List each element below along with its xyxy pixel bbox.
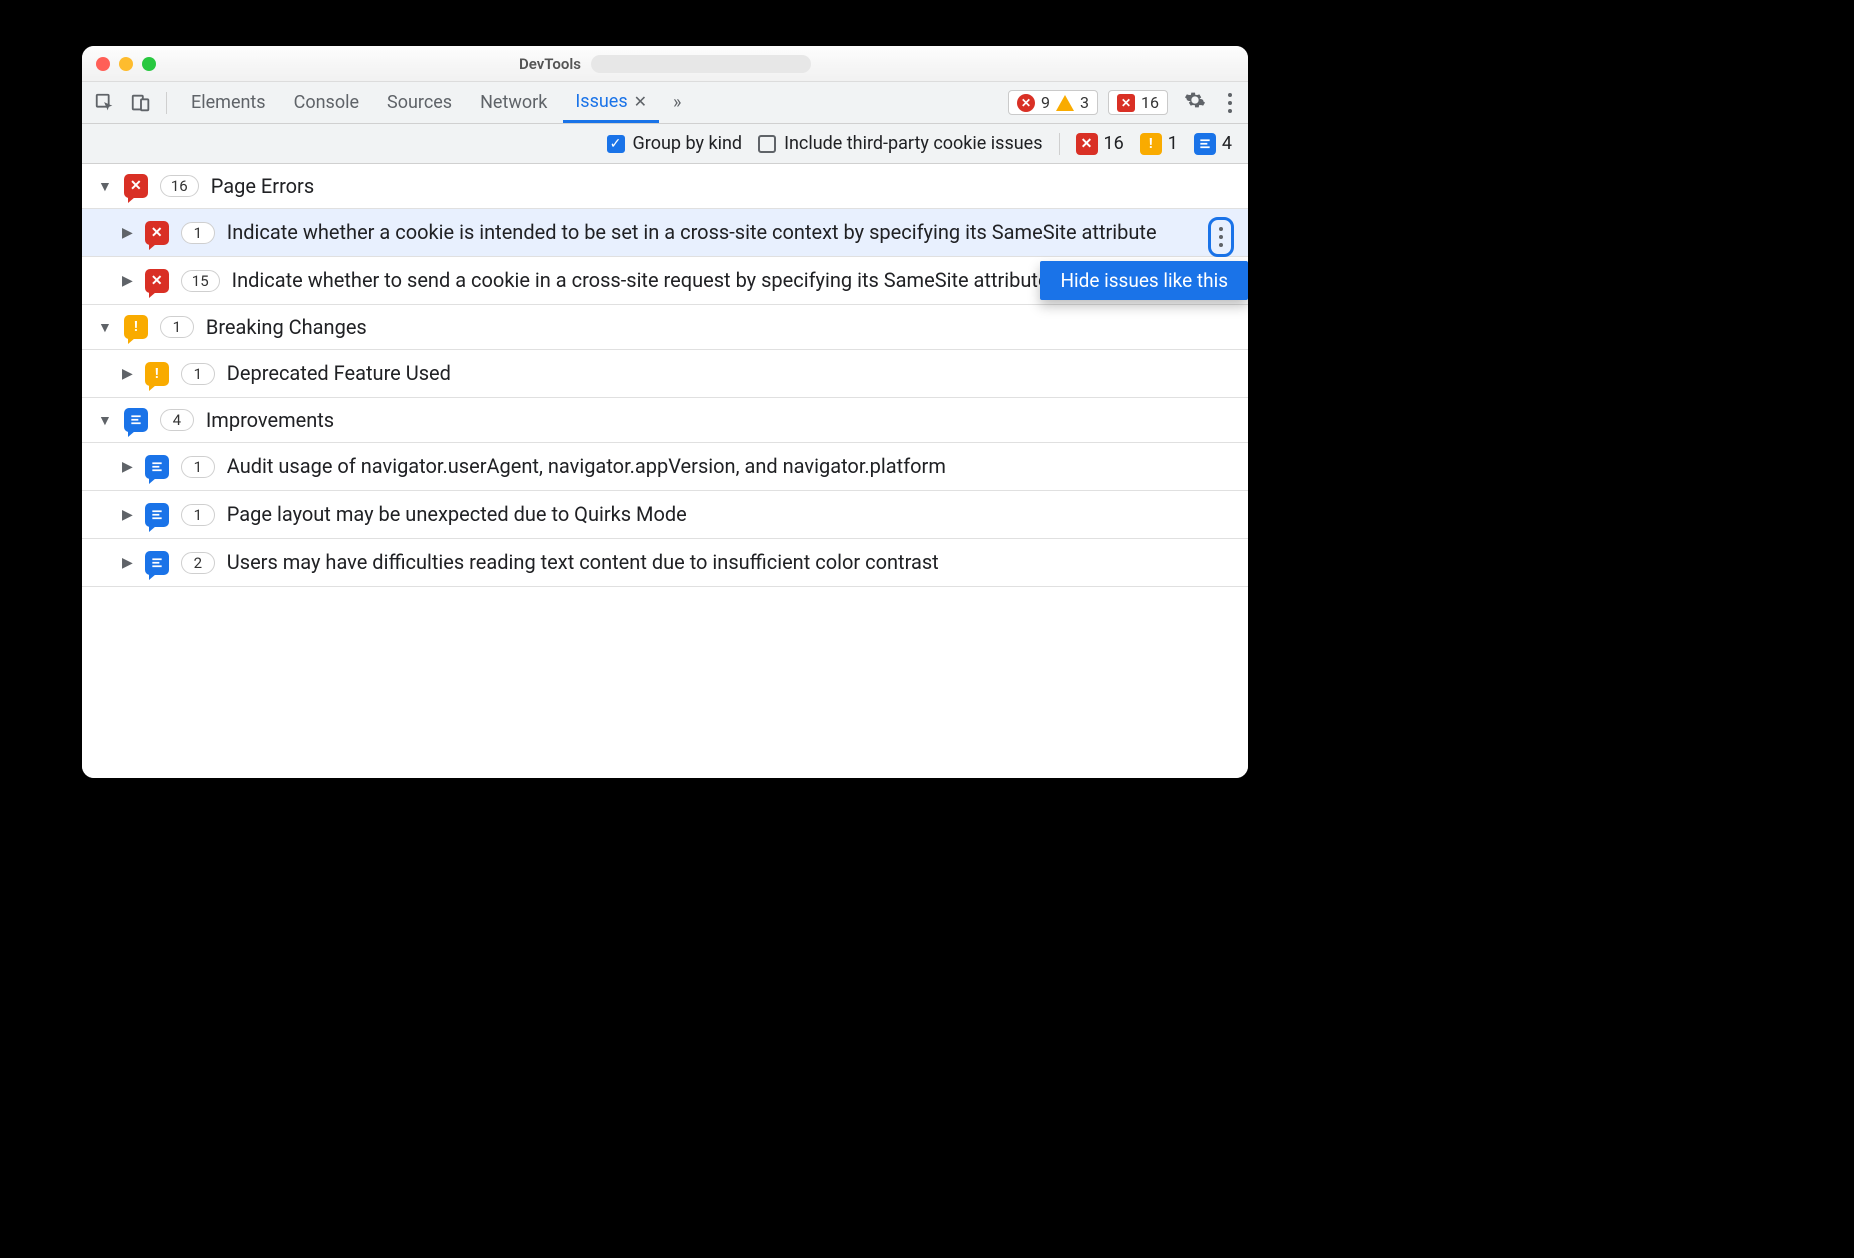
- toolbar-kebab-icon[interactable]: [1222, 91, 1238, 115]
- tab-issues-label: Issues: [575, 91, 627, 112]
- warning-bubble-icon: !: [1140, 133, 1162, 155]
- group-count: 1: [160, 316, 194, 338]
- settings-gear-icon[interactable]: [1178, 89, 1212, 117]
- error-bubble-icon: ✕: [1076, 133, 1098, 155]
- tab-sources[interactable]: Sources: [375, 82, 464, 123]
- group-by-kind-label: Group by kind: [633, 133, 743, 154]
- tab-network[interactable]: Network: [468, 82, 559, 123]
- error-count-pill[interactable]: ✕ 16: [1076, 133, 1124, 155]
- group-breaking-changes[interactable]: ▼ ! 1 Breaking Changes: [82, 305, 1248, 350]
- issue-count: 1: [181, 504, 215, 526]
- chevron-down-icon: ▼: [98, 319, 112, 336]
- window-zoom-button[interactable]: [142, 57, 156, 71]
- chevron-right-icon: ▶: [122, 366, 133, 382]
- checkbox-unchecked-icon: [758, 135, 776, 153]
- tab-console[interactable]: Console: [282, 82, 371, 123]
- error-count: 9: [1041, 93, 1050, 112]
- group-count: 16: [160, 175, 199, 197]
- group-label: Page Errors: [211, 174, 314, 198]
- devtools-toolbar: Elements Console Sources Network Issues …: [82, 82, 1248, 124]
- warning-pill-count: 1: [1168, 133, 1178, 154]
- issue-text: Indicate whether a cookie is intended to…: [227, 219, 1232, 246]
- issue-count: 1: [181, 363, 215, 385]
- error-bubble-icon: ✕: [124, 174, 148, 198]
- issues-panel: ▼ ✕ 16 Page Errors ▶ ✕ 1 Indicate whethe…: [82, 164, 1248, 778]
- third-party-label: Include third-party cookie issues: [784, 133, 1042, 154]
- url-pill: [591, 55, 811, 73]
- group-improvements[interactable]: ▼ 4 Improvements: [82, 398, 1248, 443]
- window-controls: [96, 57, 156, 71]
- info-pill-count: 4: [1222, 133, 1232, 154]
- titlebar: DevTools: [82, 46, 1248, 82]
- group-label: Breaking Changes: [206, 315, 367, 339]
- info-bubble-icon: [145, 455, 169, 479]
- issue-kebab-button[interactable]: [1208, 217, 1234, 257]
- tab-issues[interactable]: Issues ✕: [563, 82, 659, 123]
- issue-row[interactable]: ▶ 1 Page layout may be unexpected due to…: [82, 491, 1248, 539]
- issues-status-pill[interactable]: ✕ 16: [1108, 90, 1168, 115]
- error-icon: ✕: [1017, 94, 1035, 112]
- warning-count-pill[interactable]: ! 1: [1140, 133, 1178, 155]
- issue-text: Users may have difficulties reading text…: [227, 549, 1232, 576]
- warning-bubble-icon: !: [124, 315, 148, 339]
- issues-option-bar: ✓ Group by kind Include third-party cook…: [82, 124, 1248, 164]
- chevron-right-icon: ▶: [122, 225, 133, 241]
- close-tab-icon[interactable]: ✕: [634, 92, 647, 111]
- info-bubble-icon: [1194, 133, 1216, 155]
- devtools-window: DevTools Elements Console Sources Networ…: [82, 46, 1248, 778]
- window-title: DevTools: [519, 55, 581, 73]
- window-close-button[interactable]: [96, 57, 110, 71]
- info-bubble-icon: [124, 408, 148, 432]
- group-label: Improvements: [206, 408, 334, 432]
- warning-bubble-icon: !: [145, 362, 169, 386]
- more-tabs-button[interactable]: »: [663, 92, 691, 113]
- chevron-right-icon: ▶: [122, 273, 133, 289]
- issue-text: Deprecated Feature Used: [227, 360, 1232, 387]
- issue-row[interactable]: ▶ 2 Users may have difficulties reading …: [82, 539, 1248, 587]
- window-minimize-button[interactable]: [119, 57, 133, 71]
- error-bubble-icon: ✕: [145, 269, 169, 293]
- context-menu-item-hide[interactable]: Hide issues like this: [1060, 269, 1228, 292]
- console-status-pill[interactable]: ✕ 9 3: [1008, 90, 1098, 115]
- chevron-right-icon: ▶: [122, 507, 133, 523]
- chevron-right-icon: ▶: [122, 555, 133, 571]
- third-party-toggle[interactable]: Include third-party cookie issues: [758, 133, 1042, 154]
- issue-row[interactable]: ▶ ✕ 1 Indicate whether a cookie is inten…: [82, 209, 1248, 257]
- checkbox-checked-icon: ✓: [607, 135, 625, 153]
- group-page-errors[interactable]: ▼ ✕ 16 Page Errors: [82, 164, 1248, 209]
- issues-error-icon: ✕: [1117, 94, 1135, 112]
- tab-elements[interactable]: Elements: [179, 82, 278, 123]
- issues-count: 16: [1141, 93, 1159, 112]
- issue-count: 15: [181, 270, 220, 292]
- context-menu[interactable]: Hide issues like this: [1040, 261, 1248, 300]
- issue-text: Page layout may be unexpected due to Qui…: [227, 501, 1232, 528]
- issue-count: 1: [181, 222, 215, 244]
- group-count: 4: [160, 409, 194, 431]
- info-bubble-icon: [145, 551, 169, 575]
- issue-count: 1: [181, 456, 215, 478]
- issue-text: Audit usage of navigator.userAgent, navi…: [227, 453, 1232, 480]
- issue-row[interactable]: ▶ 1 Audit usage of navigator.userAgent, …: [82, 443, 1248, 491]
- chevron-down-icon: ▼: [98, 412, 112, 429]
- chevron-right-icon: ▶: [122, 459, 133, 475]
- chevron-down-icon: ▼: [98, 178, 112, 195]
- info-count-pill[interactable]: 4: [1194, 133, 1232, 155]
- group-by-kind-toggle[interactable]: ✓ Group by kind: [607, 133, 743, 154]
- warning-icon: [1056, 95, 1074, 111]
- divider: [1059, 133, 1060, 155]
- inspect-icon[interactable]: [94, 92, 116, 114]
- error-bubble-icon: ✕: [145, 221, 169, 245]
- issue-count: 2: [181, 552, 215, 574]
- device-toggle-icon[interactable]: [130, 92, 152, 114]
- warning-count: 3: [1080, 93, 1089, 112]
- error-pill-count: 16: [1104, 133, 1124, 154]
- issue-row[interactable]: ▶ ! 1 Deprecated Feature Used: [82, 350, 1248, 398]
- info-bubble-icon: [145, 503, 169, 527]
